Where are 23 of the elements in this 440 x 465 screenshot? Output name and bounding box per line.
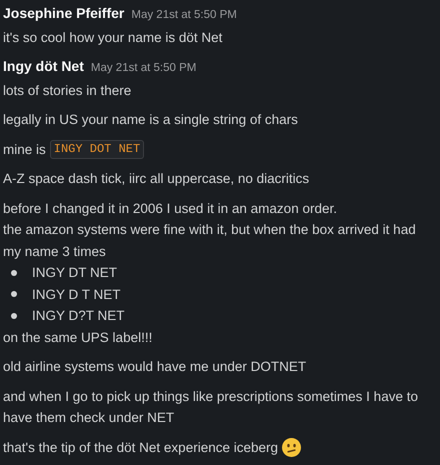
- message-text: mine is: [3, 140, 46, 158]
- author-name[interactable]: Josephine Pfeiffer: [3, 3, 124, 24]
- inline-code: INGY DOT NET: [50, 140, 144, 159]
- message-text: on the same UPS label!!!: [3, 328, 154, 346]
- message-timestamp[interactable]: May 21st at 5:50 PM: [131, 5, 237, 26]
- list-item: INGY DT NET: [32, 264, 118, 282]
- message-text: it's so cool how your name is döt Net: [3, 28, 224, 47]
- message-text: the amazon systems were fine with it, but when the box arrived it had my name 3 times: [3, 221, 417, 261]
- message-text: that's the tip of the döt Net experience iceberg: [3, 438, 278, 457]
- confused-emoji-icon: [282, 438, 301, 457]
- list-item: INGY D T NET: [32, 286, 121, 304]
- bullet-icon: [11, 270, 17, 276]
- message-timestamp[interactable]: May 21st at 5:50 PM: [90, 58, 196, 80]
- message-text: and when I go to pick up things like prescriptions sometimes I have to have them check under NET: [3, 388, 419, 427]
- message-text: legally in US your name is a single string of chars: [3, 111, 299, 129]
- bullet-icon: [11, 291, 17, 298]
- message-text: old airline systems would have me under DOTNET: [3, 358, 308, 376]
- author-name[interactable]: Ingy döt Net: [3, 56, 84, 78]
- bullet-icon: [11, 312, 17, 319]
- message-text: before I changed it in 2006 I used it in an amazon order.: [3, 200, 338, 218]
- list-item: INGY D?T NET: [32, 307, 125, 325]
- message-text: lots of stories in there: [3, 82, 132, 100]
- message-text: A-Z space dash tick, iirc all uppercase, no diacritics: [3, 170, 310, 188]
